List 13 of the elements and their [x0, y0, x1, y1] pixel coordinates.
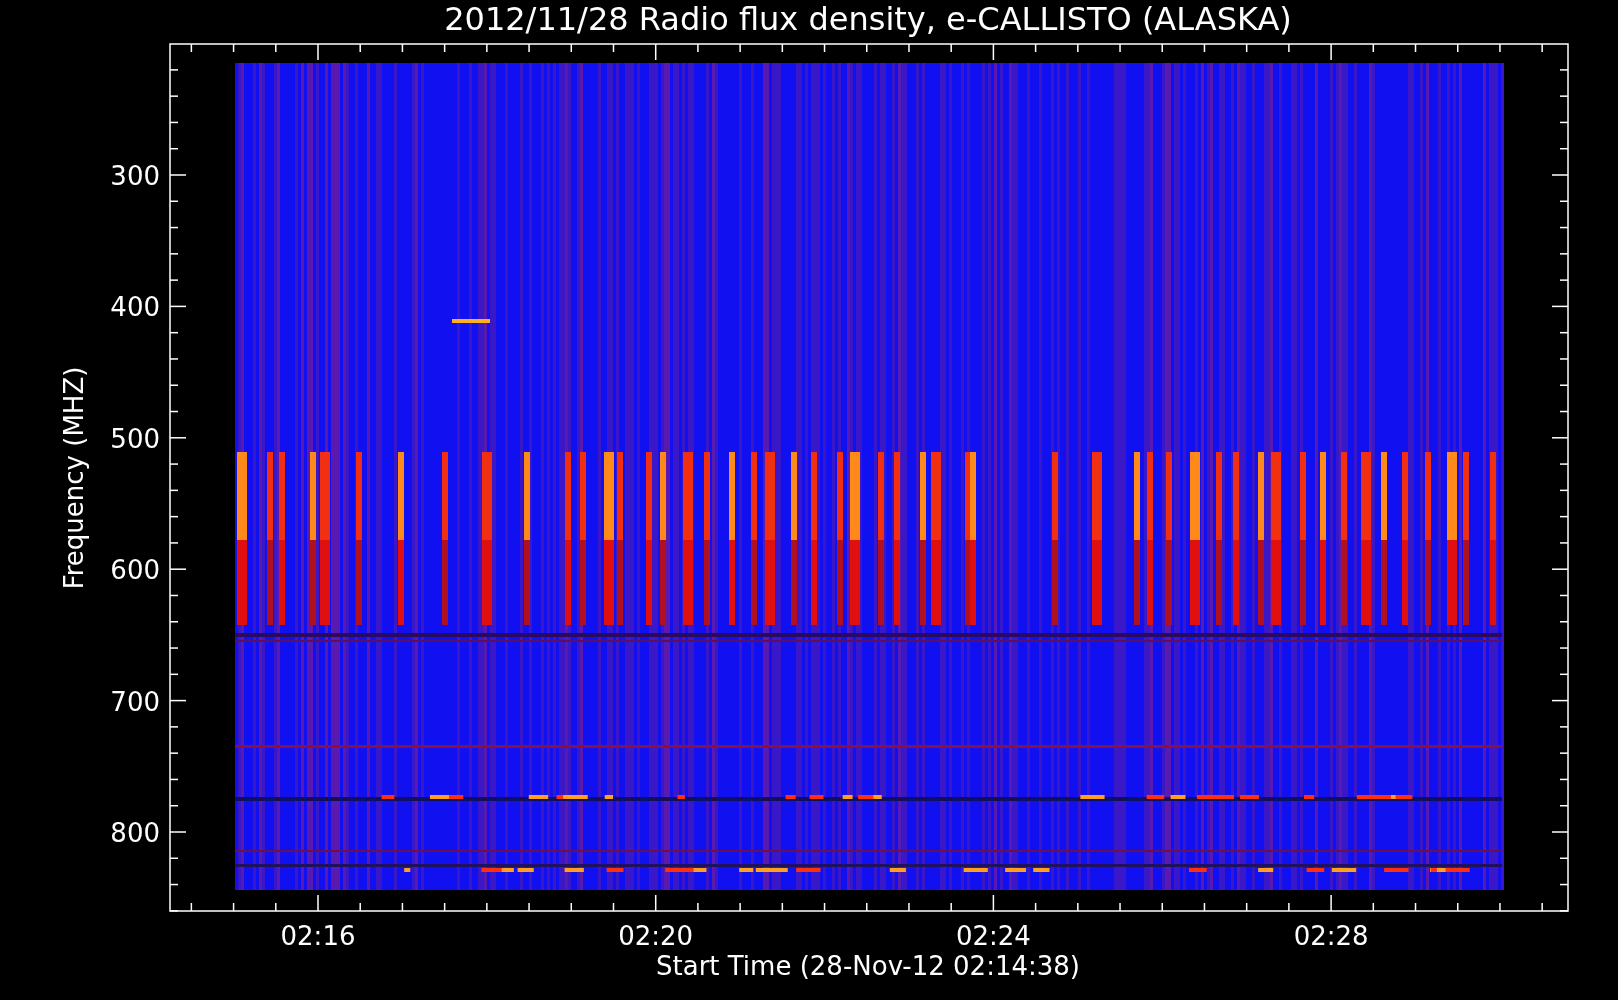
x-axis-title: Start Time (28-Nov-12 02:14:38): [656, 951, 1080, 981]
y-axis-title: Frequency (MHZ): [59, 366, 89, 590]
y-tick-label: 400: [110, 292, 160, 323]
y-tick-label: 300: [110, 161, 160, 191]
y-tick-label: 800: [110, 818, 160, 848]
x-tick-label: 02:20: [618, 921, 694, 951]
y-tick-label: 600: [110, 555, 160, 586]
chart-title: 2012/11/28 Radio flux density, e-CALLISTO (ALASKA): [444, 0, 1292, 38]
y-tick-label: 700: [110, 686, 160, 717]
x-tick-label: 02:28: [1293, 921, 1369, 951]
x-tick-label: 02:24: [955, 921, 1031, 951]
x-tick-label: 02:16: [280, 921, 356, 951]
y-tick-label: 500: [110, 423, 160, 454]
